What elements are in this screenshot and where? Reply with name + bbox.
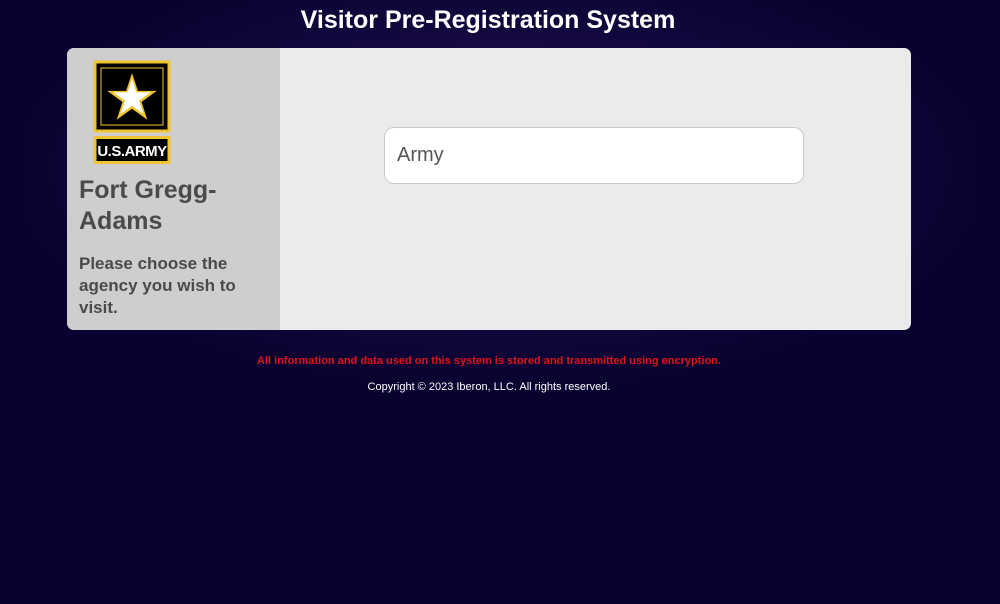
encryption-notice: All information and data used on this sy… — [257, 355, 721, 367]
page-title: Visitor Pre-Registration System — [300, 6, 676, 34]
us-army-star-logo-icon: U.S.ARMY — [93, 60, 171, 164]
site-info-panel: U.S.ARMY Fort Gregg-Adams Please choose … — [67, 48, 280, 330]
agency-instruction: Please choose the agency you wish to vis… — [79, 254, 236, 317]
agency-option-army[interactable]: Army — [384, 127, 804, 184]
logo-text: U.S.ARMY — [97, 143, 167, 160]
main-card: U.S.ARMY Fort Gregg-Adams Please choose … — [67, 48, 911, 330]
copyright-text: Copyright © 2023 Iberon, LLC. All rights… — [367, 381, 611, 393]
site-name: Fort Gregg-Adams — [79, 176, 217, 235]
